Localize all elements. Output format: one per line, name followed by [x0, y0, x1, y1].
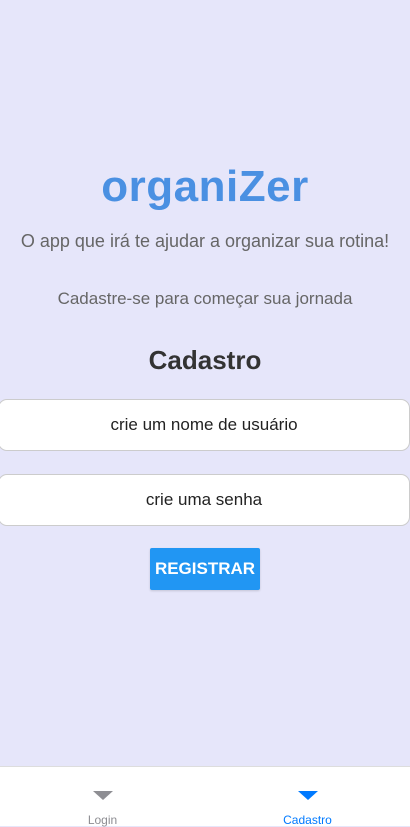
form-title: Cadastro	[148, 345, 262, 375]
triangle-down-icon	[92, 791, 113, 800]
username-input[interactable]	[0, 399, 410, 451]
tab-cadastro-label: Cadastro	[283, 813, 332, 827]
password-input[interactable]	[0, 474, 410, 526]
register-screen: organiZer O app que irá te ajudar a orga…	[0, 0, 410, 766]
tab-cadastro[interactable]: Cadastro	[205, 767, 410, 827]
register-button[interactable]: REGISTRAR	[150, 548, 260, 590]
triangle-down-icon	[297, 791, 318, 800]
register-subtitle: Cadastre-se para começar sua jornada	[57, 289, 353, 308]
tab-login-label: Login	[87, 813, 118, 827]
tab-login[interactable]: Login	[0, 767, 205, 827]
bottom-tab-bar: Login Cadastro	[0, 766, 410, 827]
app-tagline: O app que irá te ajudar a organizar sua …	[20, 231, 390, 251]
app-title: organiZer	[101, 162, 309, 211]
